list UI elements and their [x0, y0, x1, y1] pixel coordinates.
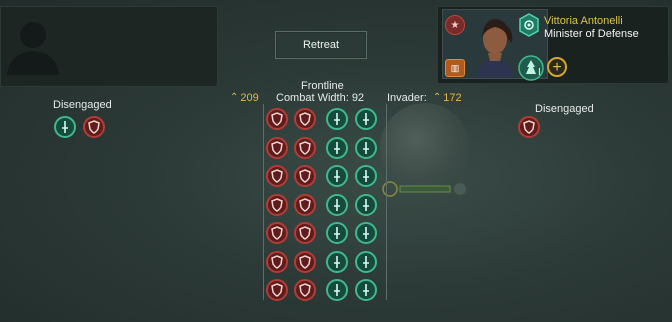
sword-icon [363, 141, 369, 154]
frontline-ship[interactable] [266, 165, 288, 187]
shield-icon [271, 226, 283, 240]
shield-icon [299, 254, 311, 269]
frontline-ship[interactable] [266, 193, 288, 216]
combat-width: Combat Width: 92 [276, 92, 364, 104]
combat-width-value: 92 [351, 92, 365, 104]
frontline-ship[interactable] [355, 108, 377, 130]
sword-icon [363, 170, 369, 182]
unknown-leader-portrait [7, 22, 59, 75]
frontline-ship[interactable] [266, 108, 288, 130]
frontline-ship[interactable] [355, 250, 377, 273]
sword-icon [363, 255, 369, 268]
rank-star-icon: ★ [445, 15, 465, 35]
shield-icon [299, 197, 311, 212]
frontline-ship[interactable] [326, 165, 348, 187]
trait-level: I [538, 67, 541, 78]
sword-icon [334, 113, 340, 125]
frontline-ship[interactable] [326, 136, 348, 159]
shield-icon [88, 120, 100, 134]
shield-icon [271, 197, 283, 212]
disengaged-ship[interactable] [54, 116, 76, 138]
power-chevron-icon: ⌃ [230, 92, 239, 103]
disengaged-ship[interactable] [83, 116, 105, 138]
frontline-title: Frontline [301, 80, 344, 92]
power-chevron-icon: ⌃ [432, 92, 442, 103]
shield-icon [271, 140, 283, 155]
attacker-power: ⌃ 209 [230, 92, 259, 104]
frontline-ship[interactable] [355, 193, 377, 216]
orbital-beam-decoration [382, 181, 466, 197]
frontline-ship[interactable] [355, 165, 377, 187]
frontline-ship[interactable] [294, 136, 316, 159]
frontline-ship[interactable] [294, 222, 316, 244]
frontline-ship[interactable] [355, 279, 377, 301]
combat-width-label: Combat Width: [276, 92, 349, 104]
frontline-ship[interactable] [294, 165, 316, 187]
frontline-ship[interactable] [326, 250, 348, 273]
sword-icon [334, 284, 340, 296]
shield-icon [299, 226, 311, 240]
shield-icon [271, 283, 283, 297]
frontline-ship[interactable] [266, 222, 288, 244]
sword-icon [334, 227, 340, 239]
frontline-ship[interactable] [294, 193, 316, 216]
attacker-leader-panel[interactable] [0, 6, 218, 87]
sword-icon [363, 284, 369, 296]
shield-icon [299, 169, 311, 183]
frontline-ship[interactable] [294, 279, 316, 301]
shield-icon [271, 112, 283, 126]
attacker-power-value: 209 [240, 92, 259, 104]
sword-icon [363, 227, 369, 239]
leader-level-icon: ▥ [445, 59, 465, 77]
shield-icon [271, 254, 283, 269]
frontline-ship[interactable] [266, 250, 288, 273]
add-trait-button[interactable]: + [547, 57, 567, 77]
disengaged-ship[interactable] [518, 116, 540, 138]
shield-icon [299, 112, 311, 126]
frontline-ship[interactable] [326, 108, 348, 130]
sword-icon [62, 121, 68, 133]
shield-icon [299, 283, 311, 297]
sword-icon [334, 198, 340, 211]
shield-icon [271, 169, 283, 183]
sword-icon [334, 170, 340, 182]
frontline-ship[interactable] [266, 279, 288, 301]
frontline-ship[interactable] [294, 250, 316, 273]
sword-icon [334, 255, 340, 268]
disengaged-left-label: Disengaged [53, 99, 112, 111]
frontline-ship[interactable] [326, 222, 348, 244]
frontline-ship[interactable] [294, 108, 316, 130]
shield-icon [299, 140, 311, 155]
retreat-button[interactable]: Retreat [275, 31, 367, 59]
frontline-ship[interactable] [266, 136, 288, 159]
invader-power-value: 172 [443, 92, 462, 104]
leader-name: Vittoria Antonelli [544, 15, 623, 27]
shield-icon [523, 120, 535, 134]
sword-icon [334, 141, 340, 154]
frontline-ship[interactable] [355, 222, 377, 244]
council-emblem-icon [519, 13, 539, 37]
sword-icon [363, 113, 369, 125]
leader-title: Minister of Defense [544, 28, 639, 40]
disengaged-right-label: Disengaged [535, 103, 594, 115]
sword-icon [363, 198, 369, 211]
frontline-ship[interactable] [355, 136, 377, 159]
frontline-ship[interactable] [326, 193, 348, 216]
frontline-ship[interactable] [326, 279, 348, 301]
